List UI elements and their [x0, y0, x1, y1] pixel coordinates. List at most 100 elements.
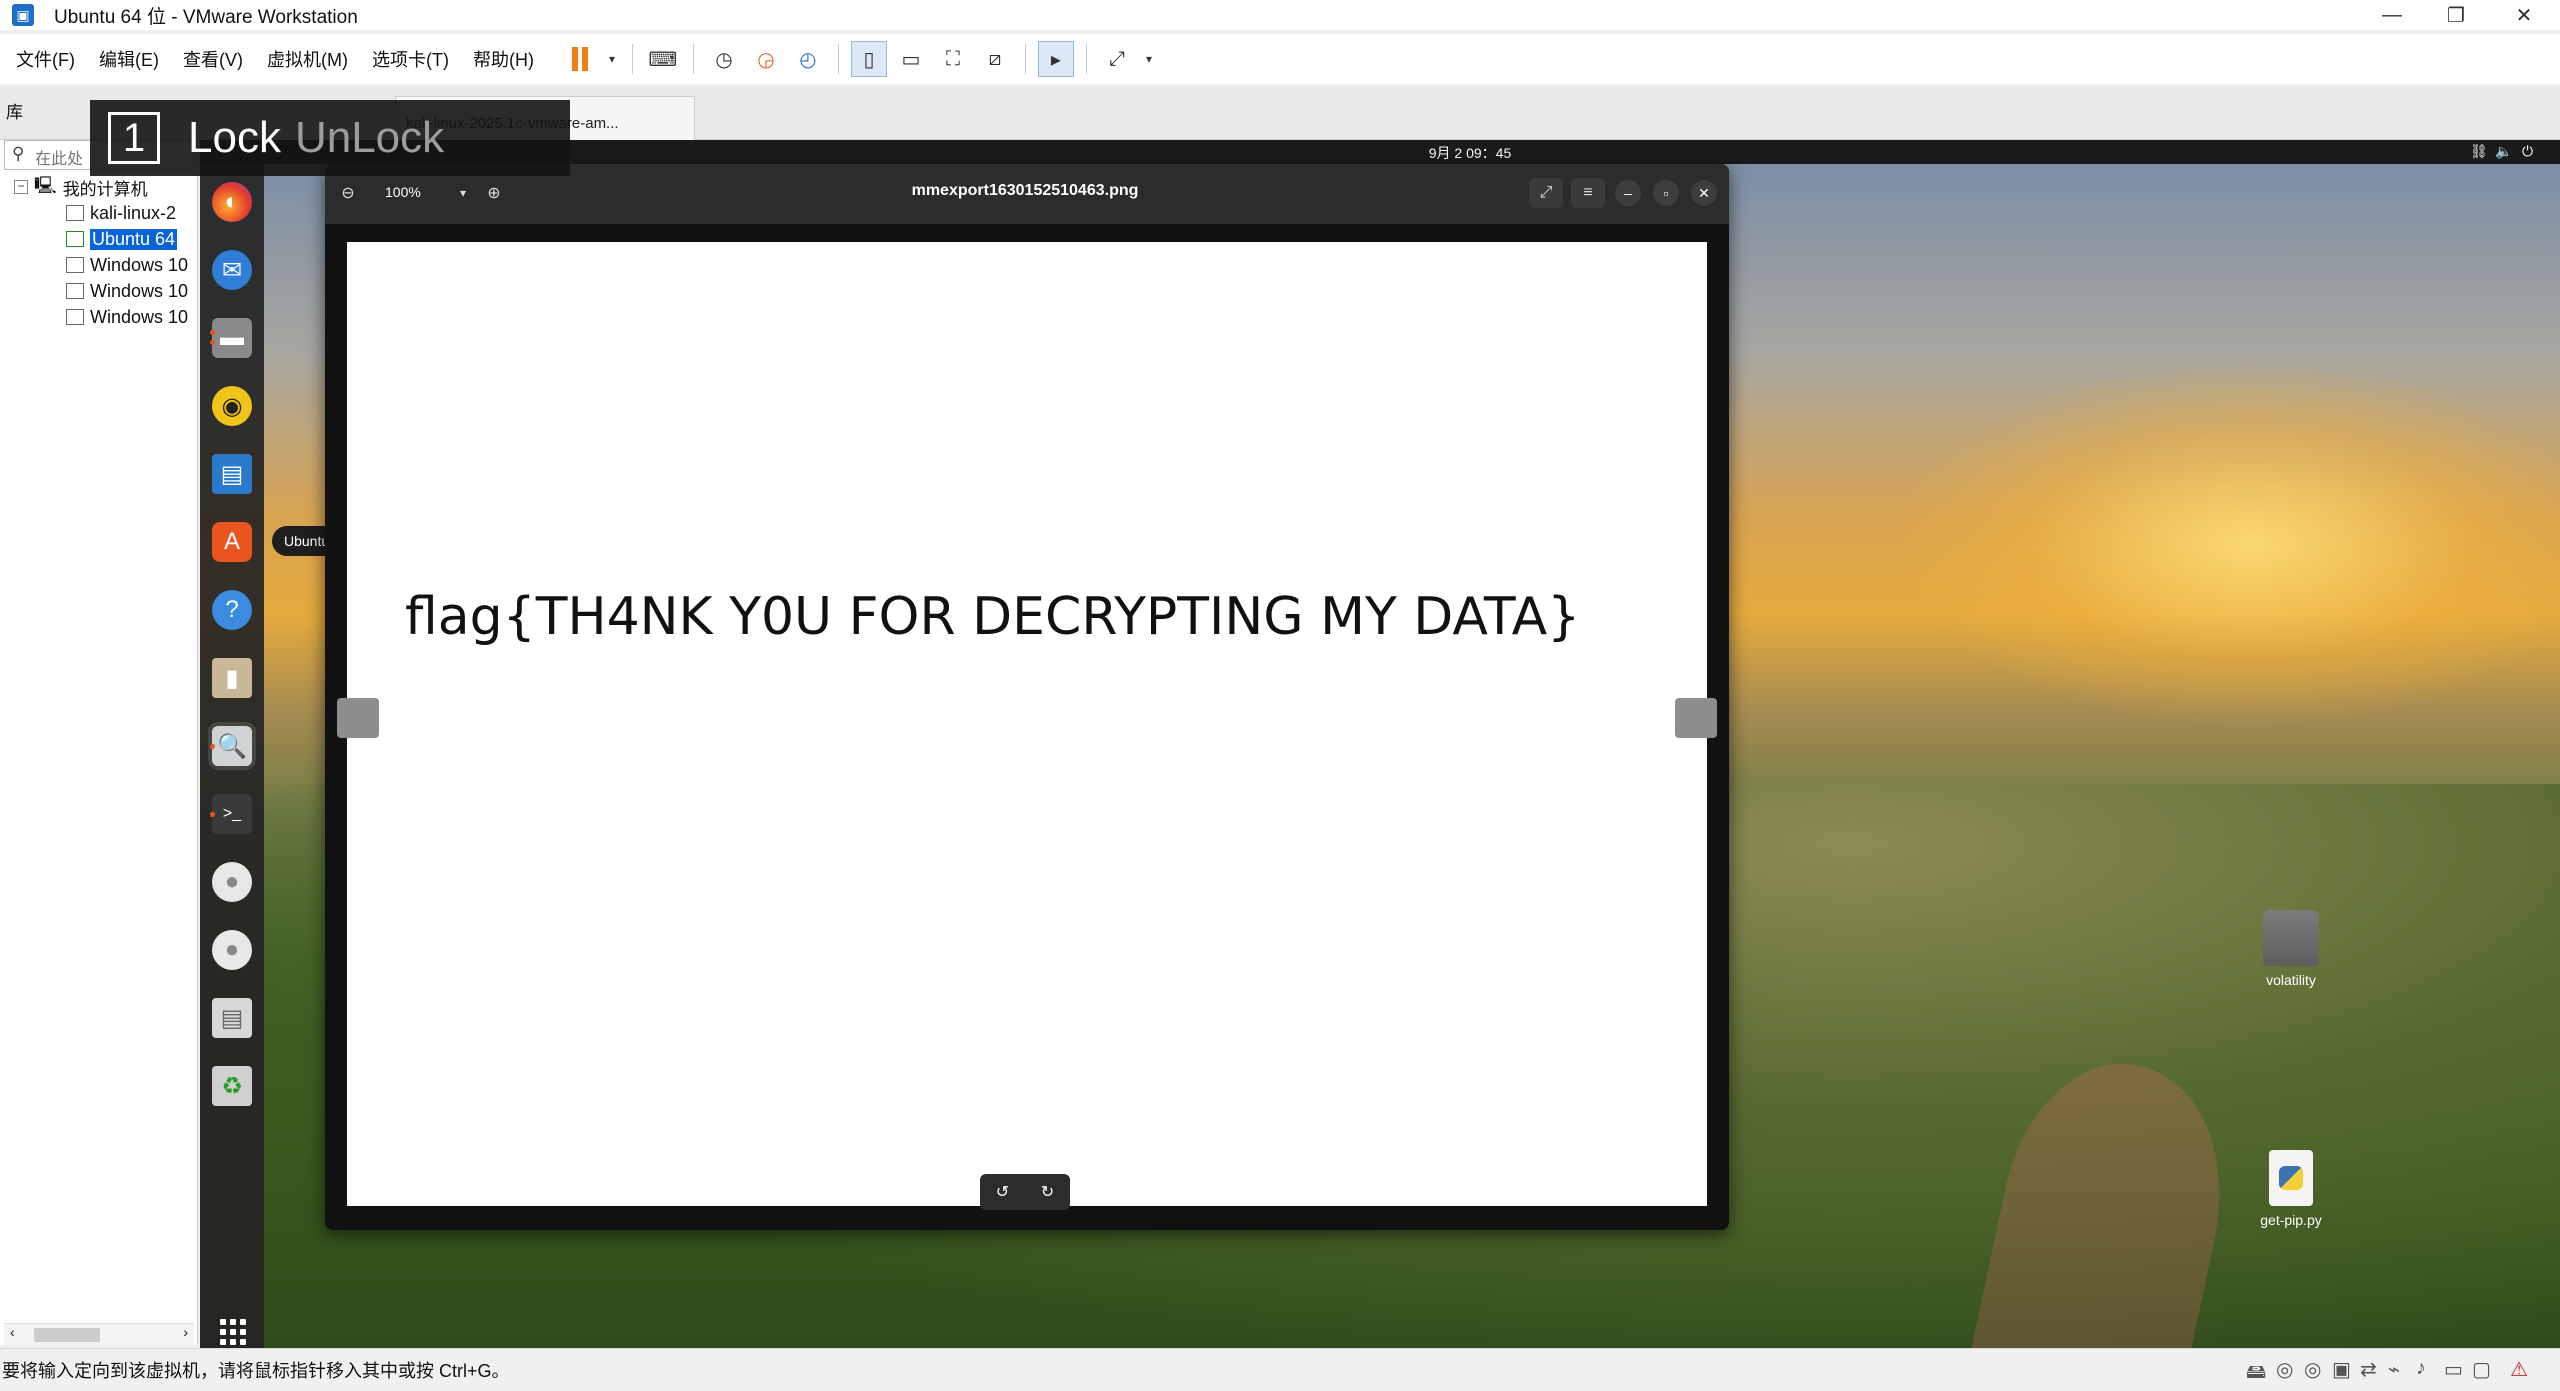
minimize-icon[interactable]: – — [1615, 180, 1641, 206]
tree-item-vm[interactable]: Windows 10 — [66, 252, 188, 278]
guest-screen[interactable]: 9月 2 09：45 ⛓ 🔈 ⏻ ◐ ✉ ▬ ◉ ▤ A ? ▮ 🔍 >_ ● … — [200, 140, 2560, 1348]
desktop-file-get-pip[interactable]: get-pip.py — [2236, 1150, 2346, 1228]
viewer-filename: mmexport1630152510463.png — [911, 182, 1139, 199]
menu-help[interactable]: 帮助(H) — [465, 46, 542, 72]
stretch-icon[interactable]: ⤢ — [1099, 41, 1135, 77]
maximize-icon[interactable]: ▫ — [1653, 180, 1679, 206]
unlock-button[interactable]: UnLock — [295, 113, 444, 163]
help-icon: ? — [212, 590, 252, 630]
menu-tabs[interactable]: 选项卡(T) — [364, 46, 457, 72]
previous-image-button[interactable] — [337, 698, 379, 738]
show-applications-icon[interactable] — [220, 1319, 246, 1345]
zoom-out-icon[interactable]: ⊖ — [333, 178, 363, 208]
pause-button[interactable] — [562, 41, 598, 77]
tree-item-label: Windows 10 — [90, 280, 189, 301]
thumbnail-view-icon[interactable]: ▭ — [893, 41, 929, 77]
zoom-in-icon[interactable]: ⊕ — [479, 178, 509, 208]
dock-rhythmbox[interactable]: ◉ — [208, 382, 256, 430]
dock-drive[interactable]: ▤ — [208, 994, 256, 1042]
usb-icon[interactable]: ⌁ — [2388, 1357, 2400, 1382]
image-canvas: flag{TH4NK Y0U FOR DECRYPTING MY DATA} — [347, 242, 1707, 1206]
dock-dvd-drive[interactable]: ● — [208, 858, 256, 906]
toolbar-divider — [1085, 44, 1087, 74]
desktop-folder-volatility[interactable]: volatility — [2236, 910, 2346, 988]
dock-archive[interactable]: ▮ — [208, 654, 256, 702]
scrollbar-thumb[interactable] — [34, 1328, 100, 1342]
dock-writer[interactable]: ▤ — [208, 450, 256, 498]
zoom-level[interactable]: 100% — [385, 184, 421, 200]
menu-edit[interactable]: 编辑(E) — [91, 46, 167, 72]
vm-tree: − 🖳 我的计算机 kali-linux-2 Ubuntu 64 Windows… — [14, 174, 188, 330]
network-adapter-icon[interactable]: ⇄ — [2360, 1357, 2377, 1382]
rotate-right-icon[interactable]: ↻ — [1041, 1182, 1054, 1202]
status-message: 要将输入定向到该虚拟机，请将鼠标指针移入其中或按 Ctrl+G。 — [2, 1361, 510, 1381]
network-icon[interactable]: ⛓ — [2470, 143, 2488, 160]
tree-item-label: Ubuntu 64 — [90, 228, 178, 250]
rotate-left-icon[interactable]: ↺ — [996, 1182, 1009, 1202]
floppy-icon[interactable]: ▣ — [2332, 1357, 2351, 1382]
alert-icon[interactable]: ⚠ — [2510, 1357, 2528, 1382]
volume-icon[interactable]: 🔈 — [2495, 143, 2512, 160]
lock-button[interactable]: Lock — [188, 113, 281, 163]
tree-item-vm[interactable]: Windows 10 — [66, 304, 188, 330]
firefox-icon: ◐ — [212, 182, 252, 222]
collapse-icon[interactable]: − — [14, 180, 28, 194]
snapshot-icon[interactable]: ◷ — [706, 41, 742, 77]
search-icon: ⚲ — [12, 144, 25, 163]
hamburger-menu-icon[interactable]: ≡ — [1571, 178, 1605, 208]
dock-dvd-drive-2[interactable]: ● — [208, 926, 256, 974]
console-icon[interactable]: ▸ — [1037, 41, 1074, 77]
tree-item-label: Windows 10 — [90, 306, 189, 327]
dock-firefox[interactable]: ◐ — [208, 178, 256, 226]
power-icon[interactable]: ⏻ — [2522, 143, 2533, 160]
tree-item-vm-selected[interactable]: Ubuntu 64 — [66, 226, 188, 252]
tree-root-my-computer[interactable]: − 🖳 我的计算机 — [14, 174, 188, 200]
vm-icon — [66, 283, 84, 299]
library-horizontal-scrollbar[interactable]: ‹ › — [4, 1323, 194, 1345]
tree-root-label: 我的计算机 — [62, 179, 148, 199]
pause-dropdown-icon[interactable]: ▾ — [604, 41, 620, 77]
dock-image-viewer[interactable]: 🔍 — [208, 722, 256, 770]
library-view-icon[interactable]: ▯ — [850, 41, 887, 77]
close-button[interactable]: ✕ — [2488, 0, 2560, 30]
files-icon: ▬ — [212, 318, 252, 358]
minimize-button[interactable]: — — [2356, 0, 2428, 30]
menu-vm[interactable]: 虚拟机(M) — [259, 46, 356, 72]
close-icon[interactable]: ✕ — [1691, 180, 1717, 206]
scroll-right-icon[interactable]: › — [183, 1324, 188, 1340]
hard-disk-icon[interactable]: 🖴 — [2246, 1357, 2266, 1391]
image-viewer-window: ⊖ 100% ▾ ⊕ mmexport1630152510463.png ⤢ ≡… — [325, 164, 1729, 1230]
snapshot-manager-icon[interactable]: ◴ — [790, 41, 826, 77]
fullscreen-icon[interactable]: ⤢ — [1529, 178, 1563, 208]
sound-card-icon[interactable]: ♪ — [2416, 1357, 2426, 1380]
send-ctrl-alt-del-icon[interactable]: ⌨ — [645, 41, 681, 77]
dock-files[interactable]: ▬ — [208, 314, 256, 362]
menu-file[interactable]: 文件(F) — [8, 46, 83, 72]
lock-number-badge: 1 — [108, 112, 160, 164]
full-screen-icon[interactable]: ⛶ — [935, 41, 971, 77]
clock[interactable]: 9月 2 09：45 — [1370, 143, 1570, 163]
dock-ubuntu-software[interactable]: A — [208, 518, 256, 566]
display-icon[interactable]: ▭ — [2444, 1357, 2463, 1382]
dock-terminal[interactable]: >_ — [208, 790, 256, 838]
stretch-dropdown-icon[interactable]: ▾ — [1141, 41, 1157, 77]
cd-rom-icon[interactable]: ◎ — [2276, 1357, 2293, 1382]
writer-icon: ▤ — [212, 454, 252, 494]
cd-rom-icon[interactable]: ◎ — [2304, 1357, 2321, 1382]
dock-trash[interactable]: ♻ — [208, 1062, 256, 1110]
unity-icon[interactable]: ⧄ — [977, 41, 1013, 77]
dock-thunderbird[interactable]: ✉ — [208, 246, 256, 294]
dock-help[interactable]: ? — [208, 586, 256, 634]
toolbar-divider — [837, 44, 839, 74]
restore-button[interactable]: ❐ — [2420, 0, 2492, 30]
menu-view[interactable]: 查看(V) — [175, 46, 251, 72]
tree-item-vm[interactable]: kali-linux-2 — [66, 200, 188, 226]
message-log-icon[interactable]: ▢ — [2472, 1357, 2491, 1382]
pause-icon — [571, 47, 588, 71]
tree-item-vm[interactable]: Windows 10 — [66, 278, 188, 304]
zoom-dropdown-icon[interactable]: ▾ — [453, 178, 473, 208]
desktop-icon-label: volatility — [2266, 972, 2316, 988]
next-image-button[interactable] — [1675, 698, 1717, 738]
revert-snapshot-icon[interactable]: ◶ — [748, 41, 784, 77]
scroll-left-icon[interactable]: ‹ — [10, 1324, 15, 1340]
